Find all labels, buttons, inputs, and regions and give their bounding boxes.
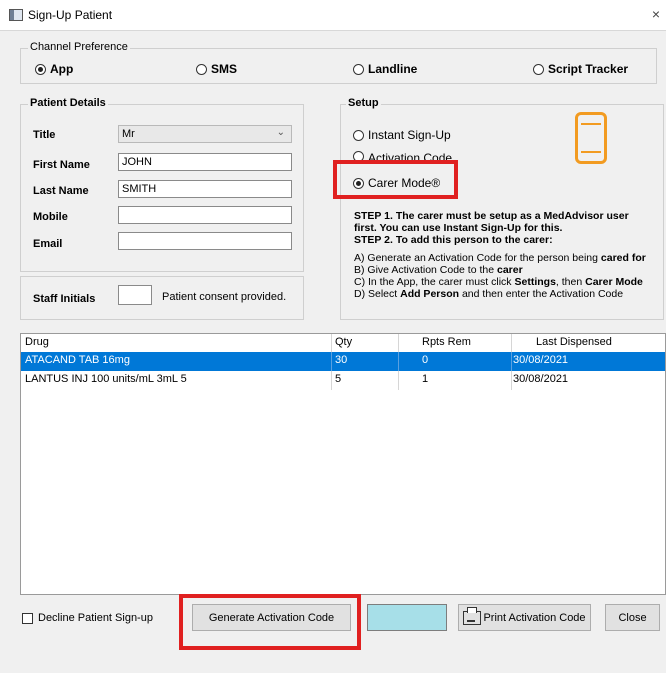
cell-rpts: 0: [422, 354, 429, 366]
cell-rpts: 1: [422, 373, 429, 385]
title-label: Title: [33, 129, 56, 141]
cell-qty: 30: [335, 354, 348, 366]
note-a: A) Generate an Activation Code for the p…: [354, 252, 646, 264]
channel-preference-label: Channel Preference: [28, 41, 130, 53]
highlight-carer-mode: [333, 160, 458, 199]
close-button[interactable]: Close: [605, 604, 660, 631]
cell-last: 30/08/2021: [513, 354, 569, 366]
decline-signup-checkbox[interactable]: Decline Patient Sign-up: [22, 612, 153, 624]
radio-icon: [353, 63, 364, 75]
channel-app-label: App: [50, 62, 74, 76]
instant-signup-radio[interactable]: Instant Sign-Up: [353, 128, 451, 142]
channel-script-tracker-radio[interactable]: Script Tracker: [533, 62, 628, 76]
note-d: D) Select Add Person and then enter the …: [354, 288, 624, 300]
col-rpts[interactable]: Rpts Rem: [422, 336, 471, 348]
radio-icon: [196, 63, 207, 75]
printer-icon: [463, 606, 482, 625]
phone-icon: [575, 112, 607, 164]
staff-initials-label: Staff Initials: [33, 293, 96, 305]
note-c: C) In the App, the carer must click Sett…: [354, 276, 643, 288]
step2-text: STEP 2. To add this person to the carer:: [354, 234, 553, 246]
cell-drug: ATACAND TAB 16mg: [25, 354, 130, 366]
patient-details-label: Patient Details: [28, 97, 108, 109]
col-qty[interactable]: Qty: [335, 336, 352, 348]
email-field[interactable]: [118, 232, 292, 250]
channel-app-radio[interactable]: App: [35, 62, 73, 76]
note-b: B) Give Activation Code to the carer: [354, 264, 523, 276]
activation-code-display: [367, 604, 447, 631]
mobile-label: Mobile: [33, 211, 68, 223]
consent-text: Patient consent provided.: [162, 291, 287, 303]
mobile-field[interactable]: [118, 206, 292, 224]
table-row[interactable]: LANTUS INJ 100 units/mL 3mL 5 5 1 30/08/…: [21, 371, 665, 390]
radio-icon: [533, 63, 544, 75]
channel-sms-radio[interactable]: SMS: [196, 62, 237, 76]
close-icon[interactable]: ×: [652, 6, 660, 22]
last-name-label: Last Name: [33, 185, 89, 197]
window-title: Sign-Up Patient: [28, 8, 113, 22]
print-label: Print Activation Code: [483, 611, 586, 624]
last-name-field[interactable]: SMITH: [118, 180, 292, 198]
channel-script-tracker-label: Script Tracker: [548, 62, 629, 76]
channel-sms-label: SMS: [211, 62, 238, 76]
col-drug[interactable]: Drug: [25, 336, 49, 348]
channel-landline-radio[interactable]: Landline: [353, 62, 417, 76]
email-label: Email: [33, 238, 63, 250]
title-bar: Sign-Up Patient ×: [0, 0, 666, 31]
checkbox-icon: [22, 612, 33, 624]
radio-icon: [35, 63, 46, 75]
chevron-down-icon: ⌄: [276, 127, 285, 138]
staff-initials-field[interactable]: [118, 285, 152, 305]
radio-icon: [353, 129, 364, 141]
print-activation-code-button[interactable]: Print Activation Code: [458, 604, 591, 631]
step1-line2: first. You can use Instant Sign-Up for t…: [354, 222, 563, 234]
title-value: Mr: [122, 128, 135, 140]
cell-last: 30/08/2021: [513, 373, 569, 385]
channel-landline-label: Landline: [368, 62, 418, 76]
table-header: Drug Qty Rpts Rem Last Dispensed: [21, 334, 665, 353]
first-name-label: First Name: [33, 159, 90, 171]
decline-signup-label: Decline Patient Sign-up: [38, 612, 153, 624]
setup-instructions: STEP 1. The carer must be setup as a Med…: [354, 210, 654, 300]
title-select[interactable]: Mr ⌄: [118, 125, 292, 143]
drug-table[interactable]: Drug Qty Rpts Rem Last Dispensed ATACAND…: [20, 333, 666, 595]
instruction-notes: A) Generate an Activation Code for the p…: [354, 252, 654, 300]
instant-signup-label: Instant Sign-Up: [368, 128, 451, 142]
table-row[interactable]: ATACAND TAB 16mg 30 0 30/08/2021: [21, 352, 665, 371]
window-icon: [9, 9, 23, 21]
highlight-generate-button: [179, 594, 361, 650]
cell-qty: 5: [335, 373, 342, 385]
col-last-dispensed[interactable]: Last Dispensed: [536, 336, 612, 348]
setup-label: Setup: [346, 97, 381, 109]
step1-line1: STEP 1. The carer must be setup as a Med…: [354, 210, 629, 222]
cell-drug: LANTUS INJ 100 units/mL 3mL 5: [25, 373, 187, 385]
first-name-field[interactable]: JOHN: [118, 153, 292, 171]
